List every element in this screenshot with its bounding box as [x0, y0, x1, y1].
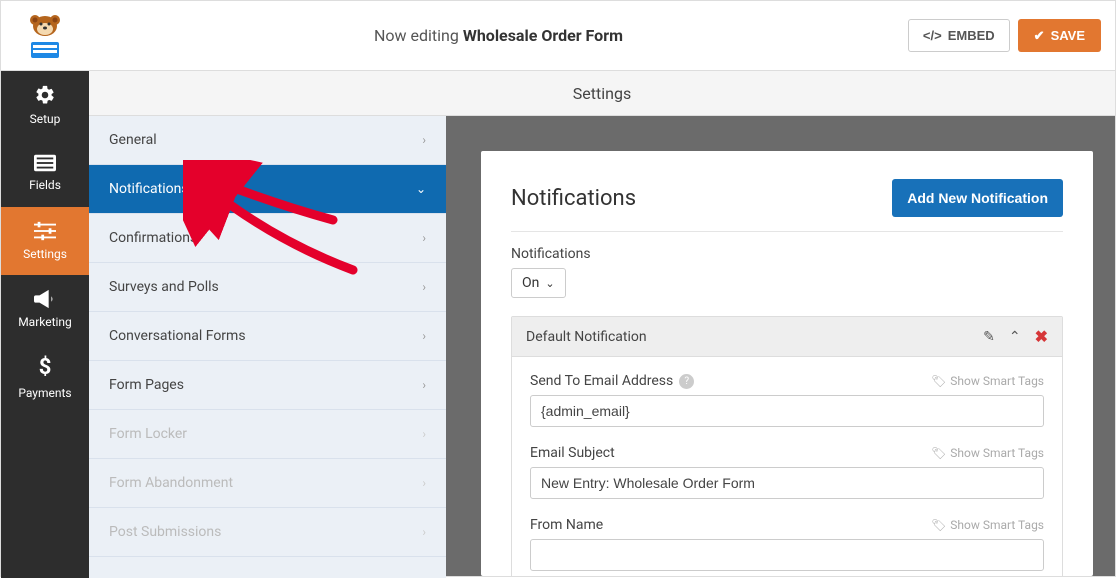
chevron-down-icon: ⌄: [545, 277, 554, 290]
editing-prefix: Now editing: [374, 26, 459, 45]
card-body: Send To Email Address ? 🏷Show Smart Tags…: [512, 357, 1062, 576]
chevron-up-icon[interactable]: ⌃: [1009, 329, 1021, 345]
list-icon: [34, 154, 56, 172]
nav-marketing-label: Marketing: [18, 315, 72, 329]
sidebar-primary: Setup Fields Settings Marketing $ Paymen…: [1, 71, 89, 578]
settings-header-label: Settings: [573, 84, 631, 103]
sidebar-item-label: Form Abandonment: [109, 475, 233, 491]
send-to-input[interactable]: [530, 395, 1044, 427]
card-actions: ✎ ⌃ ✖: [983, 327, 1048, 346]
dollar-icon: $: [39, 355, 52, 380]
panel-head: Notifications Add New Notification: [511, 179, 1063, 232]
top-actions: </> EMBED ✔ SAVE: [908, 19, 1115, 52]
check-icon: ✔: [1034, 28, 1045, 44]
sidebar-item-label: Form Pages: [109, 377, 184, 393]
sidebar-item-form-abandonment[interactable]: Form Abandonment ›: [89, 459, 446, 508]
sidebar-item-form-locker[interactable]: Form Locker ›: [89, 410, 446, 459]
chevron-right-icon: ›: [422, 329, 426, 343]
nav-setup-label: Setup: [30, 112, 61, 126]
nav-setup[interactable]: Setup: [1, 71, 89, 139]
embed-button[interactable]: </> EMBED: [908, 19, 1010, 52]
close-icon[interactable]: ✖: [1035, 327, 1048, 346]
field-subject: Email Subject 🏷Show Smart Tags: [530, 445, 1044, 499]
embed-label: EMBED: [948, 28, 995, 43]
tag-icon: 🏷: [931, 374, 946, 388]
sidebar-secondary: General › Notifications ⌄ Confirmations › S…: [89, 116, 446, 578]
sliders-icon: [34, 221, 56, 241]
nav-fields-label: Fields: [29, 178, 61, 192]
subject-input[interactable]: [530, 467, 1044, 499]
field-send-to: Send To Email Address ? 🏷Show Smart Tags: [530, 373, 1044, 427]
field-from-name: From Name 🏷Show Smart Tags: [530, 517, 1044, 571]
chevron-right-icon: ›: [422, 280, 426, 294]
pencil-icon[interactable]: ✎: [983, 329, 995, 345]
save-label: SAVE: [1051, 28, 1085, 43]
sidebar-item-label: Post Submissions: [109, 524, 221, 540]
nav-marketing[interactable]: Marketing: [1, 275, 89, 343]
tag-icon: 🏷: [931, 518, 946, 532]
nav-settings-label: Settings: [23, 247, 67, 261]
chevron-right-icon: ›: [422, 378, 426, 392]
bullhorn-icon: [34, 289, 56, 309]
sidebar-item-general[interactable]: General ›: [89, 116, 446, 165]
sidebar-item-form-pages[interactable]: Form Pages ›: [89, 361, 446, 410]
notifications-toggle[interactable]: On ⌄: [511, 268, 566, 298]
toggle-value: On: [522, 275, 539, 291]
chevron-right-icon: ›: [422, 133, 426, 147]
chevron-right-icon: ›: [422, 476, 426, 490]
card-title: Default Notification: [526, 329, 647, 345]
sidebar-item-label: Notifications: [109, 181, 189, 197]
help-icon[interactable]: ?: [679, 374, 694, 389]
sidebar-item-confirmations[interactable]: Confirmations ›: [89, 214, 446, 263]
chevron-down-icon: ⌄: [416, 182, 426, 196]
smart-tags-link[interactable]: 🏷Show Smart Tags: [931, 518, 1044, 532]
card-head: Default Notification ✎ ⌃ ✖: [512, 317, 1062, 357]
gear-icon: [34, 84, 56, 106]
toggle-label: Notifications: [511, 246, 1063, 262]
sidebar-item-label: Form Locker: [109, 426, 187, 442]
from-name-label: From Name: [530, 517, 603, 533]
panel-title: Notifications: [511, 186, 636, 211]
smart-tags-link[interactable]: 🏷Show Smart Tags: [931, 374, 1044, 388]
chevron-right-icon: ›: [422, 525, 426, 539]
nav-payments-label: Payments: [18, 386, 71, 400]
chevron-right-icon: ›: [422, 231, 426, 245]
chevron-right-icon: ›: [422, 427, 426, 441]
topbar: Now editing Wholesale Order Form </> EMB…: [1, 1, 1115, 71]
nav-payments[interactable]: $ Payments: [1, 343, 89, 411]
sidebar-item-label: Conversational Forms: [109, 328, 246, 344]
code-icon: </>: [923, 28, 942, 43]
notifications-panel: Notifications Add New Notification Notif…: [481, 151, 1093, 576]
send-to-label: Send To Email Address ?: [530, 373, 694, 389]
sidebar-item-label: Confirmations: [109, 230, 197, 246]
form-name: Wholesale Order Form: [463, 26, 623, 45]
sidebar-item-post-submissions[interactable]: Post Submissions ›: [89, 508, 446, 557]
topbar-title: Now editing Wholesale Order Form: [89, 26, 908, 45]
nav-fields[interactable]: Fields: [1, 139, 89, 207]
bear-logo-icon: [21, 12, 69, 60]
from-name-input[interactable]: [530, 539, 1044, 571]
sidebar-item-surveys[interactable]: Surveys and Polls ›: [89, 263, 446, 312]
notification-card: Default Notification ✎ ⌃ ✖ Send To Email…: [511, 316, 1063, 576]
save-button[interactable]: ✔ SAVE: [1018, 19, 1101, 52]
subject-label: Email Subject: [530, 445, 615, 461]
sidebar-item-label: General: [109, 132, 157, 148]
canvas: Notifications Add New Notification Notif…: [446, 116, 1115, 576]
settings-header: Settings: [89, 71, 1115, 116]
tag-icon: 🏷: [931, 446, 946, 460]
add-notification-button[interactable]: Add New Notification: [892, 179, 1063, 217]
smart-tags-link[interactable]: 🏷Show Smart Tags: [931, 446, 1044, 460]
brand-logo[interactable]: [1, 1, 89, 71]
sidebar-item-notifications[interactable]: Notifications ⌄: [89, 165, 446, 214]
nav-settings[interactable]: Settings: [1, 207, 89, 275]
sidebar-item-label: Surveys and Polls: [109, 279, 219, 295]
sidebar-item-conversational[interactable]: Conversational Forms ›: [89, 312, 446, 361]
